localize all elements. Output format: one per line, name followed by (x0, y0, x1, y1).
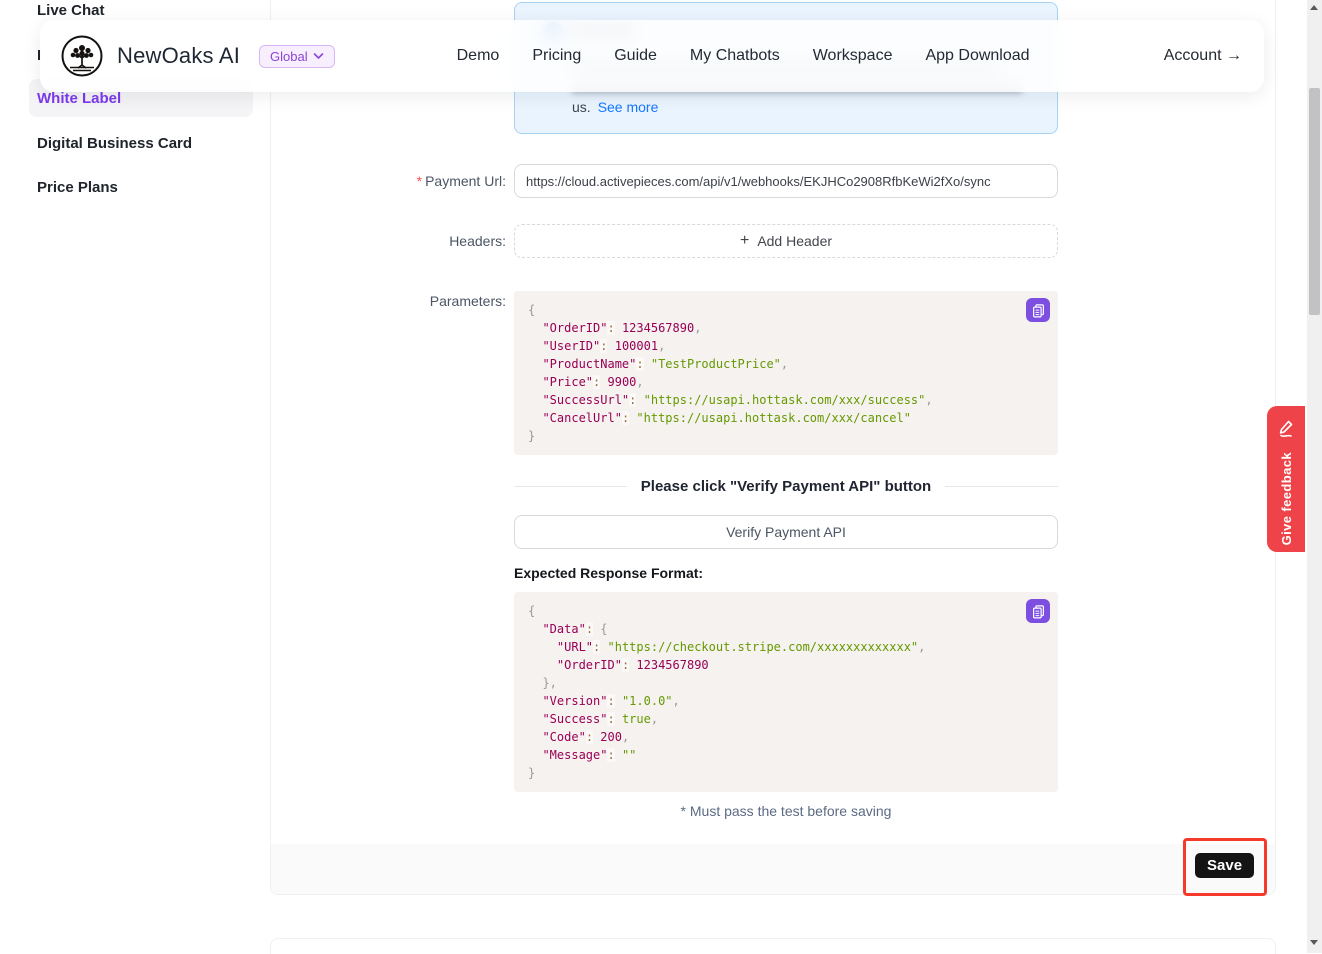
copy-button[interactable] (1026, 298, 1050, 322)
add-header-button[interactable]: + Add Header (514, 224, 1058, 258)
add-header-label: Add Header (757, 233, 832, 249)
see-more-link[interactable]: See more (598, 99, 659, 115)
nav-item-workspace[interactable]: Workspace (813, 47, 893, 65)
sidebar-item-live-chat[interactable]: Live Chat (37, 2, 105, 19)
nav-item-guide[interactable]: Guide (614, 47, 657, 65)
sidebar-item-price-plans[interactable]: Price Plans (37, 179, 118, 196)
save-requirement-note: * Must pass the test before saving (514, 803, 1058, 819)
top-navbar: NewOaks AI Global Demo Pricing Guide My … (40, 20, 1264, 92)
region-selector[interactable]: Global (259, 45, 335, 68)
verify-instruction-text: Please click "Verify Payment API" button (641, 478, 931, 495)
verify-payment-api-button[interactable]: Verify Payment API (514, 515, 1058, 549)
account-link[interactable]: Account → (1164, 47, 1242, 65)
copy-button[interactable] (1026, 599, 1050, 623)
payment-url-input[interactable] (514, 164, 1058, 198)
sidebar-item-digital-business-card[interactable]: Digital Business Card (37, 135, 192, 152)
copy-icon (1031, 604, 1046, 619)
response-json: { "Data": { "URL": "https://checkout.str… (528, 602, 1044, 782)
reminder-tail-text: us.See more (572, 99, 658, 115)
scroll-down-arrow[interactable] (1310, 940, 1318, 945)
scroll-up-arrow[interactable] (1310, 5, 1318, 10)
parameters-json: { "OrderID": 1234567890, "UserID": 10000… (528, 301, 1044, 445)
save-button[interactable]: Save (1195, 853, 1254, 878)
divider-line (514, 486, 627, 487)
next-section-card (270, 938, 1276, 954)
brand-name[interactable]: NewOaks AI (117, 43, 240, 69)
region-label: Global (270, 49, 308, 64)
nav-item-app-download[interactable]: App Download (925, 47, 1029, 65)
sidebar-item-white-label-label: White Label (37, 90, 121, 107)
form-footer (271, 844, 1275, 894)
response-code-block: { "Data": { "URL": "https://checkout.str… (514, 592, 1058, 792)
scrollbar-thumb[interactable] (1309, 88, 1320, 315)
pencil-icon (1277, 418, 1295, 438)
nav-item-demo[interactable]: Demo (457, 47, 500, 65)
verify-instruction-divider: Please click "Verify Payment API" button (514, 478, 1058, 495)
nav-links: Demo Pricing Guide My Chatbots Workspace… (457, 47, 1030, 65)
newoaks-logo-icon[interactable] (60, 34, 104, 78)
expected-response-label: Expected Response Format: (514, 565, 703, 581)
required-asterisk: * (417, 173, 422, 189)
give-feedback-label: Give feedback (1279, 452, 1294, 545)
copy-icon (1031, 303, 1046, 318)
nav-item-my-chatbots[interactable]: My Chatbots (690, 47, 780, 65)
plus-icon: + (740, 233, 749, 249)
payment-url-label: *Payment Url: (271, 173, 506, 189)
divider-line (945, 486, 1058, 487)
headers-label: Headers: (271, 233, 506, 249)
parameters-label: Parameters: (271, 293, 506, 309)
payment-settings-panel: us.See more *Payment Url: Headers: + Add… (270, 0, 1276, 895)
chevron-down-icon (313, 52, 324, 60)
page-scrollbar[interactable] (1307, 0, 1322, 953)
parameters-code-block: { "OrderID": 1234567890, "UserID": 10000… (514, 291, 1058, 455)
give-feedback-tab[interactable]: Give feedback (1267, 406, 1305, 552)
nav-item-pricing[interactable]: Pricing (532, 47, 581, 65)
